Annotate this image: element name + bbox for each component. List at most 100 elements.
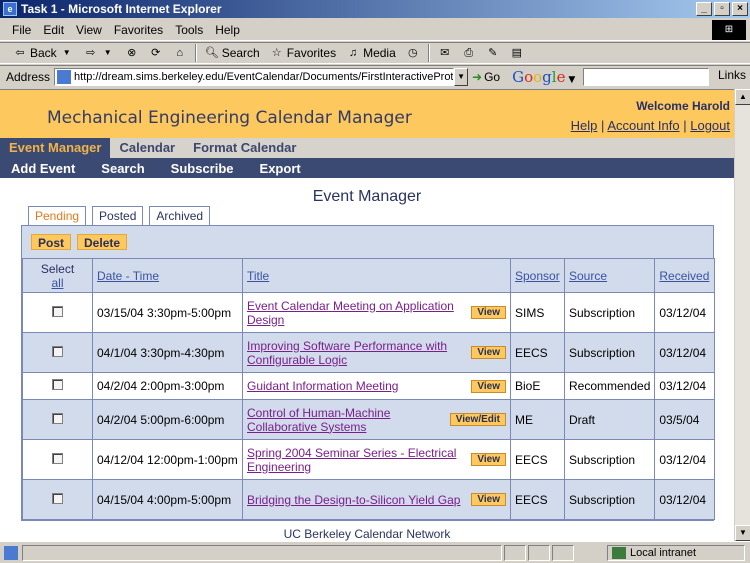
menu-file[interactable]: File	[6, 23, 37, 37]
sort-sponsor-link[interactable]: Sponsor	[515, 269, 560, 283]
add-event-link[interactable]: Add Event	[2, 161, 84, 176]
view-button[interactable]: View	[471, 346, 506, 359]
date-time-cell: 04/2/04 5:00pm-6:00pm	[92, 399, 243, 440]
select-all-link[interactable]: all	[51, 276, 63, 290]
edit-button[interactable]: ✎	[481, 46, 505, 60]
row-checkbox[interactable]	[52, 379, 63, 390]
export-link[interactable]: Export	[251, 161, 310, 176]
stop-button[interactable]: ⊗	[120, 46, 144, 60]
received-cell: 03/12/04	[654, 479, 715, 520]
post-button[interactable]: Post	[31, 234, 72, 250]
google-search-input[interactable]	[583, 67, 710, 86]
address-dropdown-button[interactable]: ▼	[454, 67, 469, 86]
back-button[interactable]: ⇦ Back ▼	[8, 46, 79, 60]
view-edit-button[interactable]: View/Edit	[449, 413, 506, 426]
delete-button[interactable]: Delete	[77, 234, 128, 250]
tab-archived[interactable]: Archived	[149, 206, 211, 225]
event-title-link[interactable]: Control of Human-Machine Collaborative S…	[247, 406, 446, 434]
sort-title-link[interactable]: Title	[247, 269, 269, 283]
toolbar-separator	[427, 44, 430, 62]
print-button[interactable]: ⎙	[457, 46, 481, 60]
mail-icon: ✉	[440, 47, 450, 59]
table-row: 04/12/04 12:00pm-1:00pm Spring 2004 Semi…	[22, 439, 715, 480]
row-checkbox-cell	[22, 439, 93, 480]
tab-format-calendar[interactable]: Format Calendar	[184, 138, 305, 158]
title-cell: Bridging the Design-to-Silicon Yield Gap…	[242, 479, 511, 520]
account-info-link[interactable]: Account Info	[607, 118, 679, 133]
status-cell	[504, 544, 526, 561]
row-checkbox[interactable]	[52, 305, 63, 317]
refresh-icon: ⟳	[151, 47, 161, 59]
window-titlebar: e Task 1 - Microsoft Internet Explorer _…	[0, 0, 750, 18]
title-cell: Event Calendar Meeting on Application De…	[242, 292, 511, 333]
event-title-link[interactable]: Spring 2004 Seminar Series - Electrical …	[247, 446, 467, 474]
links-button[interactable]: Links	[718, 68, 746, 82]
google-logo[interactable]: Google ▼	[512, 68, 575, 86]
home-icon: ⌂	[176, 47, 184, 59]
back-label: Back	[30, 46, 57, 60]
stop-icon: ⊗	[127, 47, 137, 59]
mail-button[interactable]: ✉	[433, 46, 457, 60]
menu-favorites[interactable]: Favorites	[108, 23, 169, 37]
menu-help[interactable]: Help	[209, 23, 246, 37]
sort-source-link[interactable]: Source	[569, 269, 607, 283]
address-label: Address	[6, 69, 51, 84]
sort-date-time-link[interactable]: Date - Time	[97, 269, 159, 283]
status-cell	[528, 544, 550, 561]
menu-tools[interactable]: Tools	[169, 23, 209, 37]
minimize-button[interactable]: _	[696, 2, 712, 16]
date-time-cell: 04/2/04 2:00pm-3:00pm	[92, 372, 243, 400]
tab-event-manager[interactable]: Event Manager	[0, 138, 111, 158]
received-cell: 03/12/04	[654, 292, 715, 333]
maximize-button[interactable]: ▫	[714, 2, 730, 16]
help-link[interactable]: Help	[571, 118, 598, 133]
row-checkbox[interactable]	[52, 452, 63, 464]
windows-logo-icon: ⊞	[712, 20, 746, 40]
sort-received-link[interactable]: Received	[659, 269, 709, 283]
menu-view[interactable]: View	[70, 23, 108, 37]
search-button[interactable]: 🔍︎ Search	[200, 46, 265, 60]
status-text-cell	[22, 544, 502, 561]
discuss-button[interactable]: ▤	[505, 46, 529, 60]
refresh-button[interactable]: ⟳	[144, 46, 168, 60]
view-button[interactable]: View	[471, 306, 506, 319]
event-title-link[interactable]: Guidant Information Meeting	[247, 379, 398, 393]
address-input[interactable]: http://dream.sims.berkeley.edu/EventCale…	[54, 67, 455, 86]
table-row: 04/15/04 4:00pm-5:00pm Bridging the Desi…	[22, 479, 715, 520]
tab-calendar[interactable]: Calendar	[110, 138, 184, 158]
menu-edit[interactable]: Edit	[37, 23, 70, 37]
favorites-button[interactable]: ☆ Favorites	[265, 46, 341, 60]
row-checkbox[interactable]	[52, 412, 63, 424]
go-button[interactable]: ➜ Go	[472, 70, 500, 84]
event-title-link[interactable]: Event Calendar Meeting on Application De…	[247, 299, 467, 327]
forward-arrow-icon: ⇨	[86, 47, 96, 59]
view-button[interactable]: View	[471, 453, 506, 466]
forward-button[interactable]: ⇨ ▼	[79, 46, 120, 60]
media-button[interactable]: ♫ Media	[341, 46, 401, 60]
event-title-link[interactable]: Bridging the Design-to-Silicon Yield Gap	[247, 493, 460, 507]
close-button[interactable]: ×	[732, 2, 748, 16]
view-button[interactable]: View	[471, 379, 506, 393]
search-link[interactable]: Search	[92, 161, 153, 176]
scroll-down-icon[interactable]: ▼	[735, 525, 750, 541]
scroll-up-icon[interactable]: ▲	[735, 89, 750, 105]
home-button[interactable]: ⌂	[168, 46, 192, 60]
intranet-icon	[612, 547, 626, 559]
subscribe-link[interactable]: Subscribe	[162, 161, 243, 176]
toolbar-separator	[194, 44, 197, 62]
view-button[interactable]: View	[471, 493, 506, 506]
logout-link[interactable]: Logout	[690, 118, 730, 133]
sponsor-cell: BioE	[510, 372, 565, 400]
row-checkbox[interactable]	[52, 345, 63, 357]
tab-pending[interactable]: Pending	[28, 206, 87, 225]
source-cell: Subscription	[563, 332, 656, 373]
favorites-label: Favorites	[286, 46, 337, 60]
date-time-header: Date - Time	[92, 258, 243, 293]
history-button[interactable]: ◷	[401, 46, 425, 60]
row-checkbox[interactable]	[52, 492, 63, 504]
source-cell: Subscription	[563, 439, 656, 480]
event-title-link[interactable]: Improving Software Performance with Conf…	[247, 339, 467, 367]
tab-posted[interactable]: Posted	[92, 206, 144, 225]
vertical-scrollbar[interactable]: ▲ ▼	[734, 89, 750, 541]
date-time-cell: 04/1/04 3:30pm-4:30pm	[92, 332, 243, 373]
